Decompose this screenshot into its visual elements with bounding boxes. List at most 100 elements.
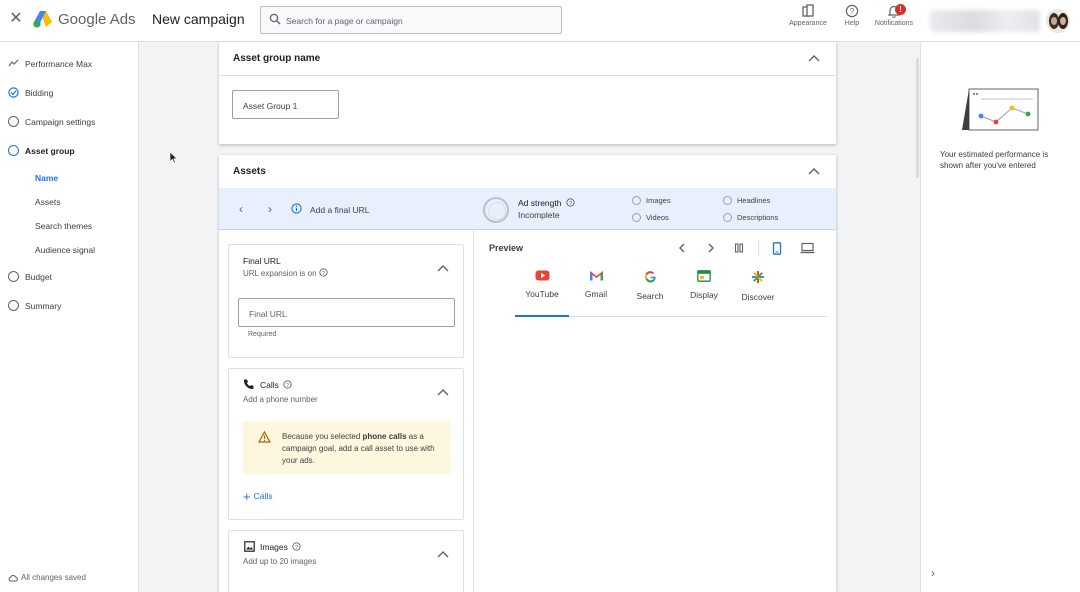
add-final-url-text: Add a final URL <box>310 205 370 215</box>
circle-icon <box>8 300 19 311</box>
search-input[interactable]: Search for a page or campaign <box>260 6 562 34</box>
tab-youtube[interactable]: YouTube <box>515 268 569 318</box>
checklist-images: Images <box>632 196 671 205</box>
checklist-descriptions: Descriptions <box>723 213 778 222</box>
calls-title: Calls ? <box>260 380 292 390</box>
ad-strength-value: Incomplete <box>518 210 560 220</box>
check-circle-icon <box>8 87 19 98</box>
help-icon[interactable]: ? <box>319 268 328 277</box>
final-url-placeholder: Final URL <box>249 309 287 319</box>
preview-title: Preview <box>489 243 524 253</box>
chevron-up-icon[interactable] <box>437 550 449 558</box>
final-url-title: Final URL <box>243 256 281 266</box>
preview-pane: Preview YouTube Gmail Search Display Dis… <box>475 230 836 592</box>
sidebar-item-bidding[interactable]: Bidding <box>0 84 139 102</box>
sidebar-item-label: Budget <box>25 272 52 282</box>
search-placeholder: Search for a page or campaign <box>286 16 403 26</box>
performance-icon <box>8 59 19 67</box>
asset-group-name-input[interactable]: Asset Group 1 <box>232 90 339 119</box>
image-icon <box>244 541 255 552</box>
desktop-icon[interactable] <box>800 242 815 254</box>
account-info[interactable] <box>930 10 1040 32</box>
sidebar-subitem-audience-signal[interactable]: Audience signal <box>0 242 139 258</box>
brand-name: Google Ads <box>58 11 136 28</box>
appearance-button[interactable]: Appearance <box>786 4 830 27</box>
info-icon <box>291 203 302 214</box>
sidebar-item-performance-max[interactable]: Performance Max <box>0 55 139 73</box>
avatar[interactable] <box>1046 9 1070 33</box>
youtube-icon <box>535 270 549 281</box>
save-status: All changes saved <box>8 573 86 582</box>
tab-gmail[interactable]: Gmail <box>569 268 623 318</box>
chevron-up-icon[interactable] <box>437 264 449 272</box>
empty-circle-icon <box>723 196 732 205</box>
sidebar-item-campaign-settings[interactable]: Campaign settings <box>0 113 139 131</box>
sidebar-item-summary[interactable]: Summary <box>0 297 139 315</box>
final-url-hint: Required <box>248 331 277 338</box>
chevron-right-icon[interactable]: › <box>931 566 935 580</box>
save-status-text: All changes saved <box>21 573 86 582</box>
ad-strength-gauge <box>483 197 509 223</box>
final-url-card: Final URL URL expansion is on ? Final UR… <box>228 244 464 358</box>
top-app-bar: ✕ Google Ads New campaign Search for a p… <box>0 0 1080 42</box>
chevron-up-icon[interactable] <box>808 54 820 62</box>
warning-icon <box>258 431 271 443</box>
divider <box>758 240 759 256</box>
tab-display[interactable]: Display <box>677 268 731 318</box>
circle-icon <box>8 145 19 156</box>
help-icon[interactable]: ? <box>566 198 575 207</box>
add-calls-button[interactable]: + Calls <box>243 489 273 504</box>
tab-label: Display <box>690 290 718 300</box>
pause-icon[interactable] <box>734 242 744 254</box>
sidebar-subitem-search-themes[interactable]: Search themes <box>0 218 139 234</box>
notifications-button[interactable]: Notifications ! <box>871 4 917 27</box>
chevron-right-icon[interactable]: › <box>268 202 272 216</box>
sidebar: Performance Max Bidding Campaign setting… <box>0 42 139 592</box>
notification-badge: ! <box>895 4 906 15</box>
discover-icon <box>752 271 764 283</box>
tab-discover[interactable]: Discover <box>731 268 785 318</box>
tab-label: Gmail <box>584 289 608 299</box>
call-asset-warning: Because you selected phone calls as a ca… <box>243 421 451 474</box>
final-url-input[interactable]: Final URL <box>238 298 455 327</box>
sidebar-subitem-label: Search themes <box>35 221 93 231</box>
help-icon[interactable]: ? <box>283 380 292 389</box>
ad-strength-strip: ‹ › Add a final URL Ad strength ? Incomp… <box>219 188 836 230</box>
chevron-up-icon[interactable] <box>437 388 449 396</box>
tab-label: Search <box>636 291 664 301</box>
empty-circle-icon <box>632 213 641 222</box>
sidebar-item-label: Asset group <box>25 146 75 156</box>
chevron-left-icon[interactable]: ‹ <box>239 202 243 216</box>
sidebar-item-budget[interactable]: Budget <box>0 268 139 286</box>
sidebar-item-label: Campaign settings <box>25 117 96 127</box>
asset-group-name-value: Asset Group 1 <box>243 101 298 111</box>
images-card: Images ? Add up to 20 images <box>228 530 464 592</box>
google-ads-logo <box>33 11 52 28</box>
images-subtitle: Add up to 20 images <box>243 557 317 566</box>
sidebar-item-label: Summary <box>25 301 62 311</box>
sidebar-subitem-assets[interactable]: Assets <box>0 194 139 210</box>
sidebar-subitem-name[interactable]: Name <box>0 170 139 186</box>
chevron-right-icon[interactable] <box>706 242 716 254</box>
performance-chart-illustration <box>962 88 1039 131</box>
tab-search[interactable]: Search <box>623 268 677 318</box>
empty-circle-icon <box>632 196 641 205</box>
calls-subtitle: Add a phone number <box>243 395 318 404</box>
scrollbar[interactable] <box>916 58 919 178</box>
sidebar-item-asset-group[interactable]: Asset group <box>0 142 139 160</box>
performance-panel: Your estimated performance is shown afte… <box>916 42 1080 592</box>
close-icon[interactable]: ✕ <box>9 11 23 27</box>
help-icon[interactable]: ? <box>292 542 301 551</box>
mobile-icon[interactable] <box>772 242 782 255</box>
svg-text:?: ? <box>569 201 572 207</box>
ad-strength-label: Ad strength ? <box>518 198 575 208</box>
phone-icon <box>244 379 254 389</box>
chevron-up-icon[interactable] <box>808 167 820 175</box>
calls-card: Calls ? Add a phone number Because you s… <box>228 368 464 520</box>
circle-icon <box>8 271 19 282</box>
sidebar-subitem-label: Audience signal <box>35 245 96 255</box>
help-button[interactable]: ? Help <box>838 4 866 27</box>
circle-icon <box>8 116 19 127</box>
chevron-left-icon[interactable] <box>677 242 687 254</box>
sidebar-item-label: Bidding <box>25 88 54 98</box>
